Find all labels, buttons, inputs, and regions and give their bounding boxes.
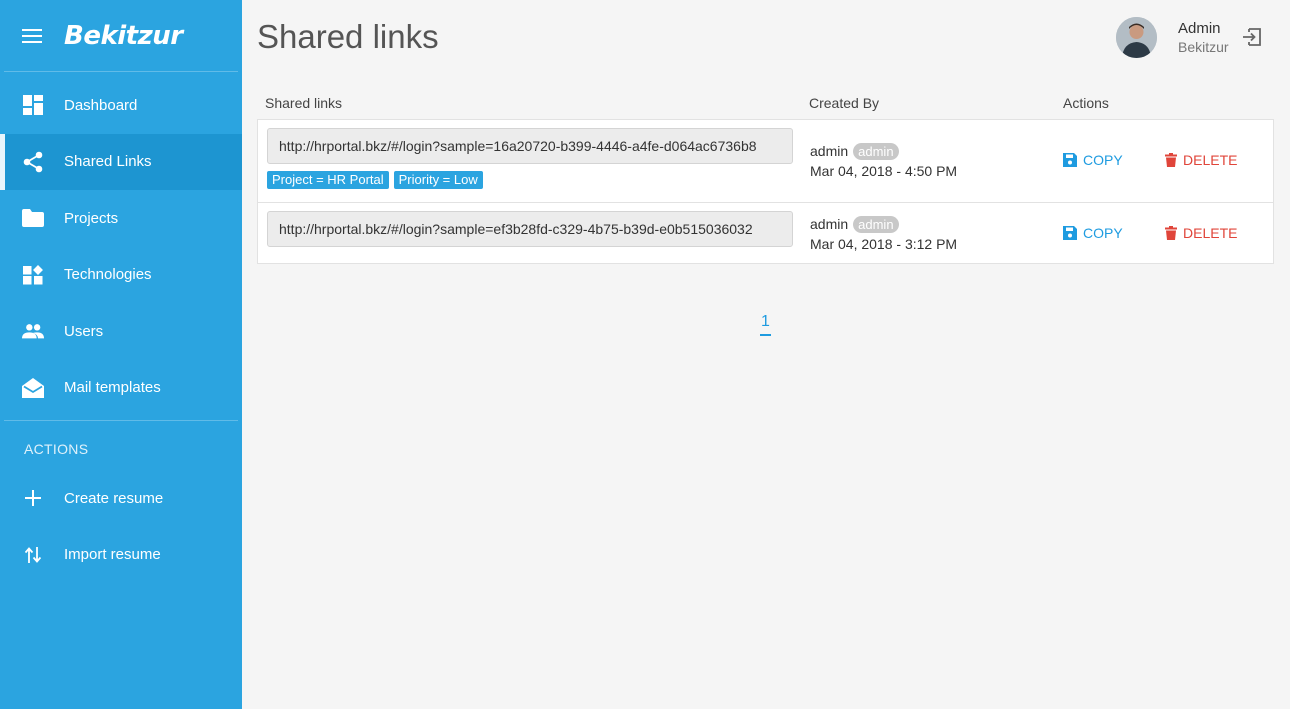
table-body: http://hrportal.bkz/#/login?sample=16a20… <box>257 119 1274 264</box>
link-url-field[interactable]: http://hrportal.bkz/#/login?sample=ef3b2… <box>267 211 793 247</box>
sidebar-item-label: Dashboard <box>64 96 138 114</box>
user-menu: Admin Bekitzur <box>1110 14 1290 60</box>
import-icon <box>22 544 44 566</box>
user-organization: Bekitzur <box>1178 39 1229 55</box>
table-row: http://hrportal.bkz/#/login?sample=16a20… <box>258 120 1273 203</box>
sidebar-item-label: Projects <box>64 209 119 227</box>
sidebar-item-label: Technologies <box>64 266 152 284</box>
trash-icon <box>1165 226 1177 240</box>
delete-label: DELETE <box>1183 225 1238 241</box>
trash-icon <box>1165 153 1177 167</box>
created-timestamp: Mar 04, 2018 - 3:12 PM <box>810 236 958 252</box>
copy-label: COPY <box>1083 225 1123 241</box>
column-header-actions: Actions <box>1063 95 1109 111</box>
role-badge: admin <box>853 142 899 160</box>
pagination: 1 <box>760 313 771 336</box>
link-tags: Project = HR Portal Priority = Low <box>267 171 483 189</box>
sidebar-item-dashboard[interactable]: Dashboard <box>0 77 242 134</box>
tag-badge: Project = HR Portal <box>267 171 389 189</box>
sidebar-item-technologies[interactable]: Technologies <box>0 247 242 304</box>
logout-icon[interactable] <box>1241 26 1263 48</box>
people-icon <box>22 320 44 342</box>
dashboard-icon <box>22 94 44 116</box>
copy-button[interactable]: COPY <box>1063 152 1123 168</box>
main-content: Shared links Admin Bekitzur Shared links… <box>242 0 1290 709</box>
create-resume-button[interactable]: Create resume <box>0 470 242 527</box>
mail-icon <box>22 377 44 399</box>
created-timestamp: Mar 04, 2018 - 4:50 PM <box>810 163 958 179</box>
plus-icon <box>22 487 44 509</box>
sidebar-item-label: Users <box>64 322 104 340</box>
sidebar-item-label: Mail templates <box>64 379 161 397</box>
creator-name: admin <box>810 143 849 159</box>
folder-icon <box>22 207 44 229</box>
sidebar-item-label: Import resume <box>64 546 161 564</box>
copy-label: COPY <box>1083 152 1123 168</box>
sidebar-item-label: Shared Links <box>64 153 152 171</box>
sidebar-header: Bekitzur <box>4 0 238 72</box>
menu-icon[interactable] <box>22 28 42 43</box>
created-by-cell: admin admin Mar 04, 2018 - 4:50 PM <box>810 141 957 179</box>
page-title: Shared links <box>257 18 439 55</box>
widgets-icon <box>22 264 44 286</box>
sidebar-item-label: Create resume <box>64 489 164 507</box>
sidebar-item-mail-templates[interactable]: Mail templates <box>0 360 242 417</box>
sidebar-item-projects[interactable]: Projects <box>0 190 242 247</box>
import-resume-button[interactable]: Import resume <box>0 527 242 584</box>
save-icon <box>1063 226 1077 240</box>
tag-badge: Priority = Low <box>393 171 483 189</box>
column-header-link: Shared links <box>265 95 343 111</box>
sidebar-item-shared-links[interactable]: Shared Links <box>0 133 242 190</box>
table-row: http://hrportal.bkz/#/login?sample=ef3b2… <box>258 203 1273 263</box>
share-icon <box>22 151 44 173</box>
column-header-created-by: Created By <box>809 95 880 111</box>
link-url-field[interactable]: http://hrportal.bkz/#/login?sample=16a20… <box>267 128 793 164</box>
delete-button[interactable]: DELETE <box>1165 152 1237 168</box>
sidebar-section-title: ACTIONS <box>24 441 89 457</box>
user-name: Admin <box>1178 20 1221 37</box>
avatar[interactable] <box>1116 17 1157 58</box>
delete-label: DELETE <box>1183 152 1238 168</box>
role-badge: admin <box>853 215 899 233</box>
creator-name: admin <box>810 216 849 232</box>
sidebar: Bekitzur Dashboard Shared Links Projects… <box>0 0 242 709</box>
table-header: Shared links Created By Actions <box>257 88 1274 119</box>
brand-logo[interactable]: Bekitzur <box>64 21 183 51</box>
delete-button[interactable]: DELETE <box>1165 225 1237 241</box>
sidebar-nav: Dashboard Shared Links Projects Technolo… <box>0 72 242 416</box>
created-by-cell: admin admin Mar 04, 2018 - 3:12 PM <box>810 214 957 252</box>
page-number-current[interactable]: 1 <box>760 313 771 336</box>
copy-button[interactable]: COPY <box>1063 225 1123 241</box>
shared-links-table: Shared links Created By Actions http://h… <box>257 88 1274 264</box>
sidebar-item-users[interactable]: Users <box>0 303 242 360</box>
save-icon <box>1063 153 1077 167</box>
